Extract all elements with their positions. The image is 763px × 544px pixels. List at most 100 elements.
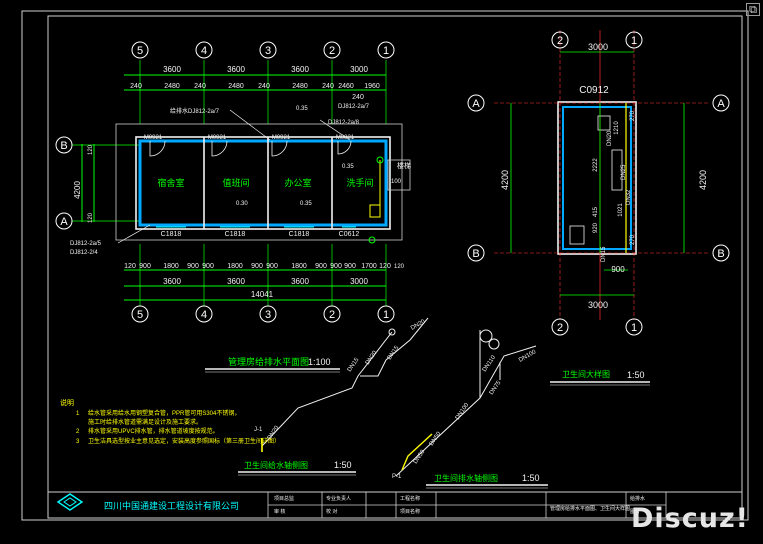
dim-text: 1960 xyxy=(364,83,380,90)
axis-label: B xyxy=(717,248,724,260)
window-restore-button[interactable]: ⧉ xyxy=(746,3,760,16)
detail-right-dim: 4200 xyxy=(698,170,708,190)
dim-text: 415 xyxy=(593,206,599,217)
axis-label: 5 xyxy=(137,45,143,57)
detail-inner-dim: 900 xyxy=(611,265,625,274)
dim-text: 240 xyxy=(322,83,334,90)
dim-text: 120 xyxy=(88,144,94,155)
watermark: Discuz! xyxy=(631,503,749,534)
axis-label: 3 xyxy=(265,45,271,57)
dim-text: 3000 xyxy=(350,277,368,286)
axis-label: A xyxy=(60,216,68,228)
dim-text: 120 xyxy=(124,263,136,270)
window-label: C1818 xyxy=(225,231,246,238)
window-label: C0612 xyxy=(339,231,360,238)
door-label: M0921 xyxy=(272,135,291,141)
iso-drain-scale: 1:50 xyxy=(522,473,540,483)
stair-label: 楼梯 xyxy=(397,161,411,170)
dim-text: 900 xyxy=(330,263,342,270)
dim-text: 3600 xyxy=(291,65,309,74)
dim-text: 900 xyxy=(202,263,214,270)
pipe-label: DN32 xyxy=(626,189,632,205)
pipe-label: DN15 xyxy=(601,246,607,262)
dim-text: 900 xyxy=(315,263,327,270)
dim-text: 920 xyxy=(593,222,599,233)
door-label: M0821 xyxy=(336,135,355,141)
callout-text: DJ812-2a/7 xyxy=(338,104,370,110)
dim-text: 2460 xyxy=(338,83,354,90)
door-label: M0921 xyxy=(144,135,163,141)
pipe-label: DN25 xyxy=(621,164,627,180)
axis-label: 2 xyxy=(329,309,335,321)
detail-top-dim: 3000 xyxy=(588,42,608,52)
dim-text: 3600 xyxy=(163,277,181,286)
axis-label: B xyxy=(472,248,479,260)
dim-text: 2480 xyxy=(228,83,244,90)
axis-label: 1 xyxy=(631,322,637,334)
axis-label: 1 xyxy=(383,309,389,321)
dim-text: 4200 xyxy=(73,181,82,199)
cell-text: 专业负责人 xyxy=(326,495,351,502)
detail-scale: 1:50 xyxy=(627,370,645,380)
dim-text: 3600 xyxy=(227,277,245,286)
axis-label: 2 xyxy=(557,35,563,47)
axis-label: 1 xyxy=(383,45,389,57)
dim-text: 1800 xyxy=(291,263,307,270)
cad-drawing-canvas: 5 4 3 2 1 5 4 3 2 1 B A 3600 3600 3600 3… xyxy=(0,0,763,544)
axis-label: 2 xyxy=(329,45,335,57)
callout-text: DJ812-2/4 xyxy=(70,250,98,256)
dim-text: 1800 xyxy=(163,263,179,270)
dim-text: 1700 xyxy=(361,263,377,270)
dim-text: 900 xyxy=(344,263,356,270)
notes-heading: 说明 xyxy=(60,398,74,407)
axis-label: 4 xyxy=(201,309,207,321)
dim-text: 270 xyxy=(630,110,636,121)
window-label: C1818 xyxy=(289,231,310,238)
detail-title-group: 卫生间大样图 1:50 xyxy=(550,369,650,386)
company-name: 四川中国通建设工程设计有限公司 xyxy=(104,500,239,511)
dim-text: 900 xyxy=(251,263,263,270)
dim-text: 240 xyxy=(352,94,364,101)
pipe-label: J-1 xyxy=(254,427,263,433)
dim-text: 900 xyxy=(266,263,278,270)
dim-text: 1800 xyxy=(227,263,243,270)
detail-left-dim: 4200 xyxy=(500,170,510,190)
dim-text: 900 xyxy=(187,263,199,270)
level-mark: 0.35 xyxy=(300,201,312,207)
axis-label: 3 xyxy=(265,309,271,321)
iso-drain-title: 卫生间排水轴侧图 xyxy=(434,473,498,483)
dim-text: 3600 xyxy=(291,277,309,286)
note-text: 给水管采用给水用钢塑复合管，PPR管可用S304不锈钢， xyxy=(88,409,240,417)
iso-supply-scale: 1:50 xyxy=(334,460,352,470)
axis-label: 1 xyxy=(631,35,637,47)
cell-text: 审 核 xyxy=(274,508,285,515)
level-mark: 0.30 xyxy=(236,201,248,207)
detail-bottom-dim: 3000 xyxy=(588,300,608,310)
dim-text: 3600 xyxy=(227,65,245,74)
dim-text: 240 xyxy=(258,83,270,90)
pipe-label: DN20 xyxy=(607,130,613,146)
dim-text: 120 xyxy=(379,263,391,270)
callout-text: 给排水DJ812-2a/7 xyxy=(170,107,220,115)
callout-text: DJ812-2a/5 xyxy=(70,241,102,247)
drawing-title: 管理房给排水平面图、卫生间大样图 xyxy=(550,505,630,512)
level-mark: 100 xyxy=(391,179,402,185)
plan-scale: 1:100 xyxy=(308,357,331,367)
iso-supply-title: 卫生间给水轴侧图 xyxy=(244,460,308,470)
total-length-dim: 14041 xyxy=(251,290,274,299)
dim-text: 1210 xyxy=(614,121,620,135)
axis-label: A xyxy=(717,98,725,110)
dim-text: 270 xyxy=(630,234,636,245)
room-label: 办公室 xyxy=(284,177,311,188)
dim-text: 2480 xyxy=(164,83,180,90)
note-text: 施工时给排水管道需满足设计及施工要求。 xyxy=(88,418,202,426)
note-text: 排水管采用UPVC排水管，排水管道坡度按规范。 xyxy=(88,427,219,435)
plan-title: 管理房给排水平面图 xyxy=(228,356,309,367)
cell-text: 校 对 xyxy=(326,508,337,515)
axis-label: 5 xyxy=(137,309,143,321)
axis-label: 2 xyxy=(557,322,563,334)
window-label: C1818 xyxy=(161,231,182,238)
dim-text: 240 xyxy=(194,83,206,90)
room-label: 值班间 xyxy=(222,177,249,188)
canvas-background xyxy=(0,0,763,544)
